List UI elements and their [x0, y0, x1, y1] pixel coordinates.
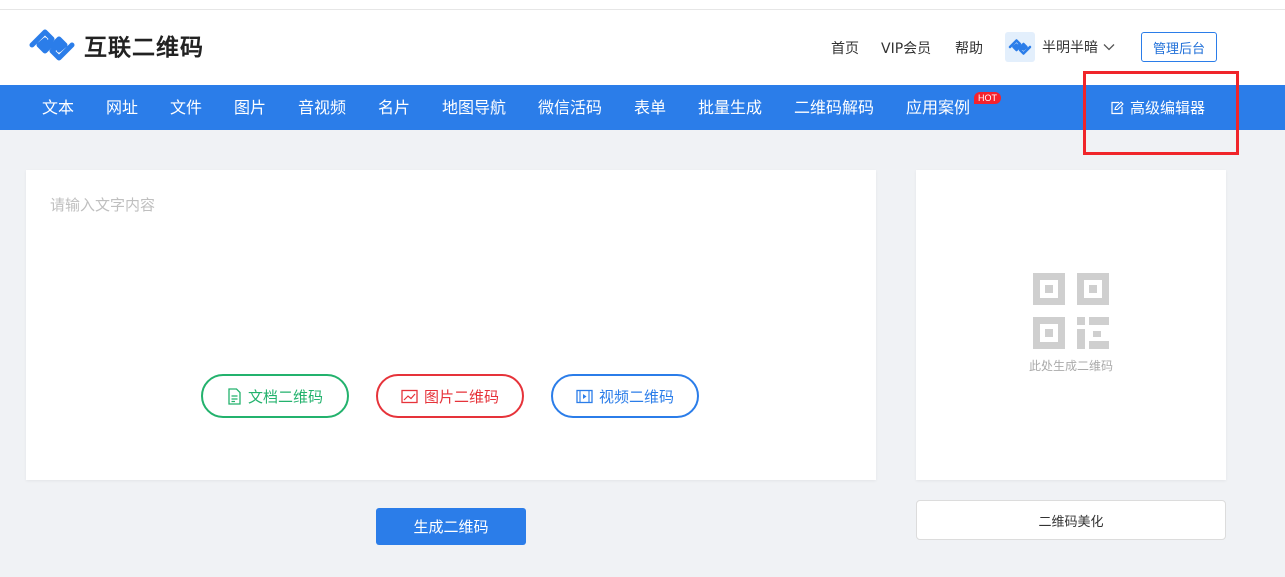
- nav-tab-batch[interactable]: 批量生成: [698, 85, 762, 130]
- image-qrcode-label: 图片二维码: [423, 387, 499, 406]
- nav-tab-audio-video[interactable]: 音视频: [298, 85, 346, 130]
- advanced-editor-link[interactable]: 高级编辑器: [1110, 85, 1205, 130]
- avatar-logo-icon: [1008, 39, 1032, 55]
- user-menu[interactable]: 半明半暗: [1005, 32, 1115, 62]
- nav-tab-map[interactable]: 地图导航: [442, 85, 506, 130]
- qrcode-placeholder-text: 此处生成二维码: [1028, 359, 1113, 373]
- doc-qrcode-button[interactable]: 文档二维码: [201, 374, 349, 418]
- generate-qrcode-button[interactable]: 生成二维码: [376, 508, 526, 545]
- video-icon: [576, 389, 593, 403]
- nav-tab-cases[interactable]: 应用案例: [906, 85, 970, 130]
- video-qrcode-button[interactable]: 视频二维码: [551, 374, 699, 418]
- qrcode-beautify-button[interactable]: 二维码美化: [916, 500, 1226, 540]
- doc-qrcode-label: 文档二维码: [247, 387, 323, 406]
- nav-tab-decode[interactable]: 二维码解码: [794, 85, 874, 130]
- image-qrcode-button[interactable]: 图片二维码: [376, 374, 524, 418]
- nav-home-link[interactable]: 首页: [831, 38, 859, 58]
- nav-tab-business-card[interactable]: 名片: [378, 85, 410, 130]
- logo[interactable]: 互联二维码: [28, 28, 204, 62]
- logo-icon: [29, 29, 75, 61]
- document-icon: [228, 387, 241, 405]
- nav-tab-form[interactable]: 表单: [634, 85, 666, 130]
- qrcode-placeholder-icon: [1033, 273, 1109, 349]
- nav-tab-file[interactable]: 文件: [170, 85, 202, 130]
- help-link[interactable]: 帮助: [955, 38, 983, 58]
- text-content-input[interactable]: [26, 170, 876, 360]
- user-name: 半明半暗: [1042, 40, 1098, 56]
- qrcode-preview-card: 此处生成二维码: [916, 170, 1226, 480]
- edit-icon: [1111, 100, 1124, 114]
- nav-tab-image[interactable]: 图片: [234, 85, 266, 130]
- header: 互联二维码 首页 VIP会员 帮助 半明半暗 管理后台: [0, 10, 1285, 85]
- hot-badge: HOT: [974, 92, 1001, 104]
- chevron-down-icon: [1103, 44, 1115, 51]
- category-nav: 文本 网址 文件 图片 音视频 名片 地图导航 微信活码 表单 批量生成 二维码…: [0, 85, 1285, 130]
- nav-tab-url[interactable]: 网址: [106, 85, 138, 130]
- nav-tab-text[interactable]: 文本: [42, 85, 74, 130]
- nav-tab-wechat-live-code[interactable]: 微信活码: [538, 85, 602, 130]
- top-strip: [0, 0, 1285, 10]
- avatar: [1005, 32, 1035, 62]
- logo-text: 互联二维码: [84, 35, 204, 61]
- image-icon: [401, 389, 418, 403]
- video-qrcode-label: 视频二维码: [598, 387, 674, 406]
- advanced-editor-label: 高级编辑器: [1130, 99, 1206, 117]
- admin-dashboard-button[interactable]: 管理后台: [1141, 32, 1217, 62]
- vip-link[interactable]: VIP会员: [881, 38, 931, 58]
- text-editor-card: 文档二维码 图片二维码 视频二维码: [26, 170, 876, 480]
